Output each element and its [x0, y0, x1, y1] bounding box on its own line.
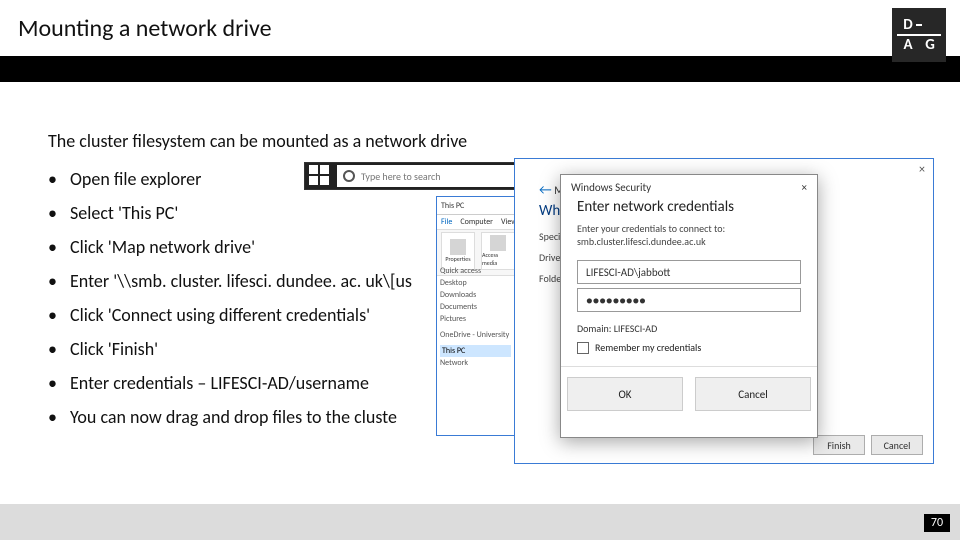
remember-checkbox[interactable] [577, 342, 589, 354]
cancel-button[interactable]: Cancel [695, 377, 811, 411]
sidebar-item[interactable]: Pictures [440, 313, 511, 325]
page-number: 70 [924, 514, 950, 532]
sidebar-item[interactable]: Documents [440, 301, 511, 313]
close-icon[interactable]: × [802, 181, 807, 194]
slide-title: Mounting a network drive [0, 0, 960, 53]
list-item: Select 'This PC' [48, 196, 412, 230]
instruction-list: Open file explorer Select 'This PC' Clic… [48, 162, 412, 434]
explorer-title: This PC [441, 201, 464, 211]
list-item: Click 'Connect using different credentia… [48, 298, 412, 332]
remember-label: Remember my credentials [595, 341, 701, 354]
cancel-button[interactable]: Cancel [871, 435, 923, 455]
dag-logo: D AG [892, 8, 946, 62]
dialog-title: Windows Security [571, 181, 651, 194]
list-item: Enter credentials – LIFESCI-AD/username [48, 366, 412, 400]
title-underline [0, 56, 960, 82]
password-field[interactable]: ●●●●●●●●● [577, 288, 801, 312]
finish-button[interactable]: Finish [813, 435, 865, 455]
ribbon-tab[interactable]: File [441, 217, 452, 227]
sidebar-item[interactable]: OneDrive - University [440, 329, 511, 341]
username-field[interactable]: LIFESCI-AD\jabbott [577, 260, 801, 284]
ok-button[interactable]: OK [567, 377, 683, 411]
dialog-subtext: Enter your credentials to connect to: sm… [561, 216, 817, 256]
list-item: You can now drag and drop files to the c… [48, 400, 412, 434]
close-icon[interactable]: × [919, 163, 925, 177]
footer-band [0, 504, 960, 540]
intro-text: The cluster filesystem can be mounted as… [48, 130, 467, 152]
dialog-heading: Enter network credentials [561, 194, 817, 216]
ribbon-tab[interactable]: Computer [460, 217, 493, 227]
windows-start-icon[interactable] [309, 165, 331, 187]
sidebar-item-this-pc[interactable]: This PC [440, 345, 511, 357]
back-arrow-icon[interactable]: ← [539, 181, 552, 198]
sidebar-item[interactable]: Quick access [440, 265, 511, 277]
list-item: Enter '\\smb. cluster. lifesci. dundee. … [48, 264, 412, 298]
list-item: Click 'Map network drive' [48, 230, 412, 264]
domain-text: Domain: LIFESCI-AD [561, 316, 817, 337]
sidebar-item[interactable]: Network [440, 357, 511, 369]
explorer-sidebar: Quick access Desktop Downloads Documents… [437, 263, 515, 435]
list-item: Click 'Finish' [48, 332, 412, 366]
windows-security-dialog: Windows Security × Enter network credent… [560, 174, 818, 438]
search-icon [343, 170, 355, 182]
sidebar-item[interactable]: Downloads [440, 289, 511, 301]
search-placeholder: Type here to search [361, 170, 441, 183]
sidebar-item[interactable]: Desktop [440, 277, 511, 289]
